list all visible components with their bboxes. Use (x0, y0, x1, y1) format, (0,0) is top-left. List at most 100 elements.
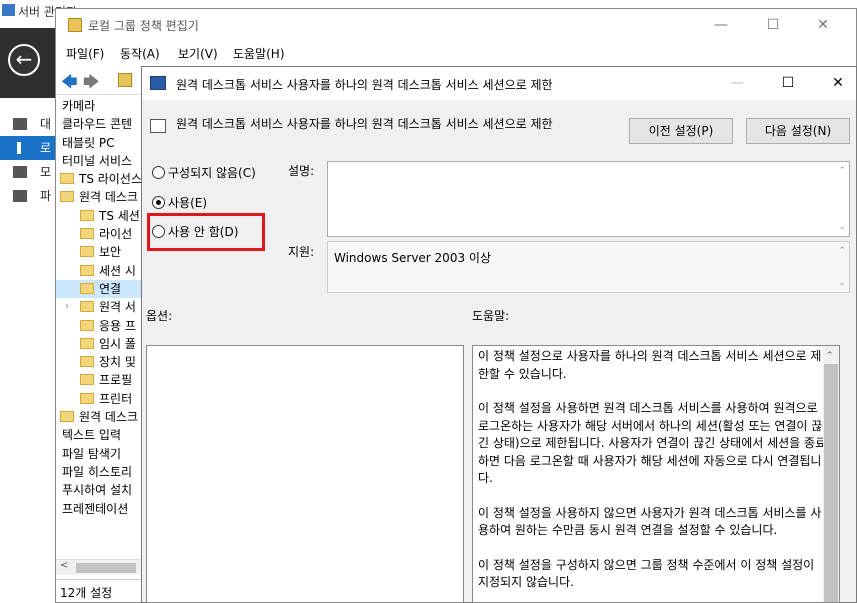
tree-item-label: 장치 및 (99, 355, 136, 370)
nav-item-label: 모 (40, 165, 52, 179)
nav-item-label: 파 (40, 189, 52, 203)
gpe-title: 로컬 그룹 정책 편집기 (88, 19, 199, 33)
tree-item-label: 카메라 (62, 99, 96, 113)
nav-item-files[interactable]: 파 (0, 184, 56, 208)
folder-icon (60, 173, 74, 185)
nav-item-all[interactable]: 모 (0, 160, 56, 184)
menu-view[interactable]: 보기(V) (178, 45, 218, 62)
tree-item[interactable]: 보안 (56, 243, 143, 261)
scroll-up-icon[interactable]: ⌃ (838, 246, 846, 256)
server-manager-icon (2, 4, 15, 16)
radio-circle[interactable] (152, 166, 165, 179)
menu-action[interactable]: 동작(A) (120, 45, 160, 62)
minimize-button[interactable]: — (706, 13, 736, 37)
tree-item-label: 보안 (99, 245, 122, 260)
dialog-title: 원격 데스크톱 서비스 사용자를 하나의 원격 데스크톱 서비스 세션으로 제한 (176, 78, 553, 92)
tree-item[interactable]: 텍스트 입력 (56, 426, 143, 444)
folder-icon (80, 319, 94, 331)
folder-icon (80, 246, 94, 258)
tree-item[interactable]: 터미널 서비스 (56, 152, 143, 170)
radio-circle[interactable] (152, 196, 165, 209)
scroll-down-icon[interactable]: ⌄ (838, 222, 846, 232)
help-vertical-scrollbar[interactable]: ⌃ (823, 346, 839, 602)
tree-item[interactable]: 원격 데스크 (56, 408, 143, 426)
menu-file[interactable]: 파일(F) (66, 45, 104, 62)
policy-setting-dialog: 원격 데스크톱 서비스 사용자를 하나의 원격 데스크톱 서비스 세션으로 제한… (141, 66, 857, 603)
file-services-icon (13, 190, 27, 202)
policy-tree: 카메라 클라우드 콘텐 태블릿 PC 터미널 서비스 TS 라이선스 원격 데스크 TS 세… (56, 97, 144, 559)
forward-arrow-icon[interactable]: 🡆 (83, 71, 100, 98)
tree-item[interactable]: 태블릿 PC (56, 134, 143, 152)
tree-item[interactable]: 장치 및 (56, 353, 143, 371)
nav-item-local[interactable]: 로 (0, 136, 56, 160)
scroll-thumb[interactable] (76, 563, 136, 573)
tree-item[interactable]: 클라우드 콘텐 (56, 115, 143, 133)
previous-setting-button[interactable]: 이전 설정(P) (629, 118, 733, 144)
tree-item[interactable]: 파일 탐색기 (56, 445, 143, 463)
tree-item-label: 원격 데스크 (79, 410, 139, 425)
radio-not-configured[interactable]: 구성되지 않음(C) (152, 164, 256, 182)
tree-item[interactable]: 응용 프 (56, 317, 143, 335)
tree-item[interactable]: 라이선 (56, 225, 143, 243)
help-paragraph: 이 정책 설정으로 사용자를 하나의 원격 데스크톱 서비스 세션으로 제한할 … (478, 349, 822, 381)
tree-item[interactable]: 푸시하여 설치 (56, 481, 143, 499)
menu-help[interactable]: 도움말(H) (233, 45, 285, 62)
tree-item[interactable]: › 원격 서 (56, 298, 143, 316)
tree-item-label: 원격 서 (99, 300, 136, 315)
tree-item-label: 프린터 (99, 391, 133, 406)
tree-item-label: 임시 폴 (99, 336, 136, 351)
gpe-menubar: 파일(F) 동작(A) 보기(V) 도움말(H) (56, 43, 856, 63)
folder-icon (60, 411, 74, 423)
next-setting-button[interactable]: 다음 설정(N) (746, 118, 850, 144)
close-button[interactable]: ✕ (808, 13, 838, 37)
tree-item-label: 세션 시 (99, 263, 136, 278)
up-folder-icon[interactable] (118, 73, 132, 87)
tree-item[interactable]: TS 라이선스 (56, 170, 143, 188)
tree-item-label: 태블릿 PC (62, 135, 115, 150)
tree-item[interactable]: 카메라 (56, 97, 143, 115)
tree-item-label: 파일 히스토리 (62, 464, 133, 479)
expand-chevron-icon[interactable]: › (65, 298, 69, 316)
nav-item-label: 로 (40, 141, 52, 155)
local-server-icon (17, 142, 21, 154)
tree-item[interactable]: 프로필 (56, 371, 143, 389)
radio-enabled[interactable]: 사용(E) (152, 194, 207, 212)
scroll-up-icon[interactable]: ⌃ (826, 348, 834, 366)
setting-name: 원격 데스크톱 서비스 사용자를 하나의 원격 데스크톱 서비스 세션으로 제한 (176, 117, 553, 131)
tree-item[interactable]: 프레젠테이션 (56, 500, 143, 518)
maximize-button[interactable]: ☐ (758, 13, 788, 37)
folder-icon (80, 282, 94, 294)
tree-item[interactable]: 파일 히스토리 (56, 463, 143, 481)
help-paragraph: 이 정책 설정을 사용하면 원격 데스크톱 서비스를 사용하여 원격으로 로그온… (478, 401, 827, 485)
tree-item[interactable]: 프린터 (56, 390, 143, 408)
tree-item-label: 프레젠테이션 (62, 501, 129, 516)
all-servers-icon (13, 166, 27, 178)
nav-item-dashboard[interactable]: 대 (0, 112, 56, 136)
tree-item-label: 텍스트 입력 (62, 428, 122, 443)
back-arrow-icon[interactable]: 🡄 (61, 71, 78, 98)
scroll-down-icon[interactable]: ⌄ (838, 278, 846, 288)
tree-item[interactable]: TS 세션 (56, 207, 143, 225)
setting-icon (150, 119, 166, 133)
help-label: 도움말: (472, 309, 510, 323)
dashboard-icon (13, 118, 27, 130)
scroll-up-icon[interactable]: ⌃ (838, 166, 846, 176)
tree-item[interactable]: 임시 폴 (56, 335, 143, 353)
maximize-button[interactable]: ☐ (773, 71, 803, 95)
policy-icon (150, 76, 166, 90)
tree-item[interactable]: 연결 (56, 279, 143, 299)
comment-textarea[interactable]: ⌃ ⌄ (327, 161, 850, 237)
folder-icon (80, 228, 94, 240)
tree-item[interactable]: 원격 데스크 (56, 188, 143, 206)
tree-item-label: 파일 탐색기 (62, 446, 122, 461)
scroll-thumb[interactable] (824, 364, 838, 602)
tree-item-label: 푸시하여 설치 (62, 483, 133, 498)
close-button[interactable]: ✕ (823, 71, 853, 95)
tree-item-label: 라이선 (99, 227, 133, 242)
minimize-button[interactable]: — (722, 71, 752, 95)
scroll-left-icon[interactable]: < (60, 560, 68, 571)
back-arrow-icon[interactable]: ← (8, 44, 40, 76)
tree-horizontal-scrollbar[interactable]: < (56, 559, 144, 575)
tree-item[interactable]: 세션 시 (56, 262, 143, 280)
options-pane (146, 345, 464, 603)
